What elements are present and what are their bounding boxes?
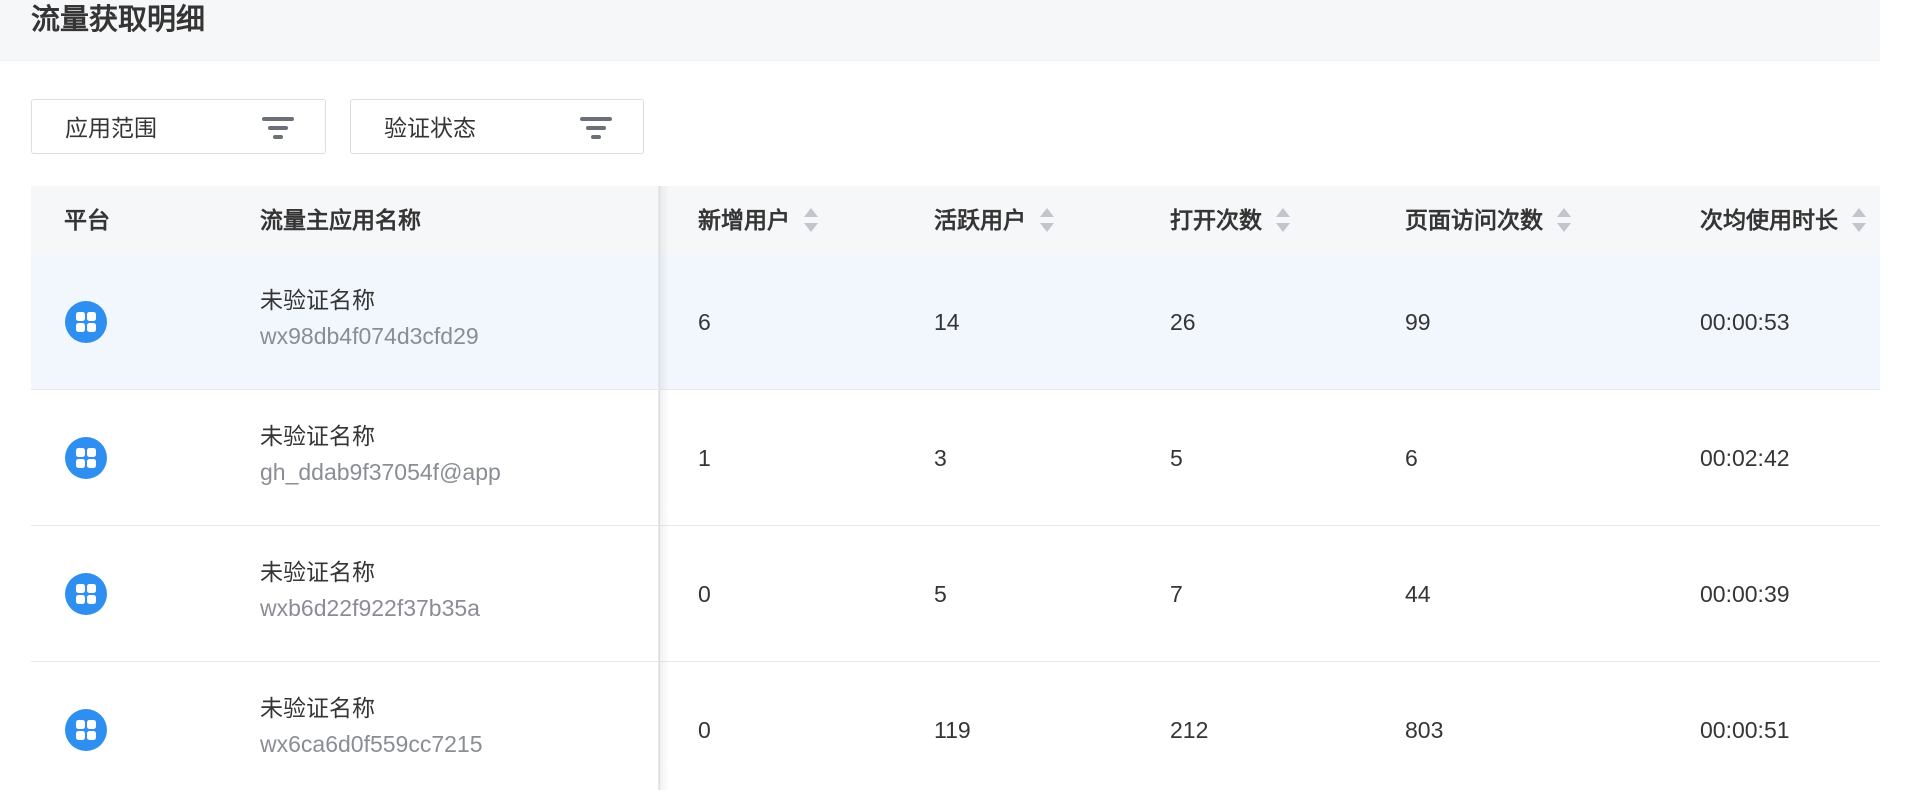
active-users-cell: 5 [934,581,947,607]
column-header-opens-label: 打开次数 [1170,207,1262,233]
sort-icon[interactable] [1040,207,1054,233]
column-header-active-users[interactable]: 活跃用户 [934,186,1054,254]
avg-duration-cell: 00:00:39 [1700,581,1790,607]
page-header: 流量获取明细 [0,0,1880,61]
column-header-avg-duration-label: 次均使用时长 [1700,207,1838,233]
mini-program-icon [65,709,107,751]
app-scope-filter-label: 应用范围 [65,115,157,141]
column-header-platform: 平台 [64,186,110,254]
traffic-details-page: 流量获取明细 应用范围 验证状态 平台 流量主应用名称 新增用户 活跃用户 打开… [0,0,1910,794]
avg-duration-cell: 00:00:51 [1700,717,1790,743]
page-views-cell: 44 [1405,581,1431,607]
opens-cell: 26 [1170,309,1196,335]
column-header-avg-duration[interactable]: 次均使用时长 [1700,186,1866,254]
filter-icon [262,117,294,139]
new-users-cell: 0 [698,717,711,743]
app-id: wxb6d22f922f37b35a [260,595,480,621]
column-header-active-users-label: 活跃用户 [934,207,1026,233]
sort-icon[interactable] [1276,207,1290,233]
table-row[interactable]: 未验证名称 wxb6d22f922f37b35a 0 5 7 44 00:00:… [31,526,1880,662]
opens-cell: 212 [1170,717,1209,743]
app-name: 未验证名称 [260,423,375,449]
column-header-new-users-label: 新增用户 [698,207,790,233]
mini-program-icon [65,437,107,479]
column-header-page-views-label: 页面访问次数 [1405,207,1543,233]
app-name: 未验证名称 [260,287,375,313]
sort-icon[interactable] [1852,207,1866,233]
opens-cell: 7 [1170,581,1183,607]
table-row[interactable]: 未验证名称 gh_ddab9f37054f@app 1 3 5 6 00:02:… [31,390,1880,526]
fixed-column-divider [658,186,660,790]
app-name: 未验证名称 [260,695,375,721]
column-header-app-name: 流量主应用名称 [260,186,421,254]
mini-program-icon [65,301,107,343]
traffic-table: 平台 流量主应用名称 新增用户 活跃用户 打开次数 页面访问次数 次均使用时长 … [31,186,1880,794]
verification-status-filter-label: 验证状态 [384,115,476,141]
sort-icon[interactable] [804,207,818,233]
column-header-platform-label: 平台 [64,207,110,233]
page-views-cell: 6 [1405,445,1418,471]
table-header: 平台 流量主应用名称 新增用户 活跃用户 打开次数 页面访问次数 次均使用时长 [31,186,1880,254]
active-users-cell: 119 [934,717,971,743]
new-users-cell: 1 [698,445,711,471]
table-row[interactable]: 未验证名称 wx6ca6d0f559cc7215 0 119 212 803 0… [31,662,1880,794]
active-users-cell: 14 [934,309,960,335]
verification-status-filter[interactable]: 验证状态 [350,99,644,154]
column-header-app-name-label: 流量主应用名称 [260,207,421,233]
filter-icon [580,117,612,139]
app-scope-filter[interactable]: 应用范围 [31,99,326,154]
app-name: 未验证名称 [260,559,375,585]
table-row[interactable]: 未验证名称 wx98db4f074d3cfd29 6 14 26 99 00:0… [31,254,1880,390]
new-users-cell: 6 [698,309,711,335]
page-views-cell: 99 [1405,309,1431,335]
page-title: 流量获取明细 [31,4,206,36]
app-id: gh_ddab9f37054f@app [260,459,501,485]
app-id: wx6ca6d0f559cc7215 [260,731,483,757]
sort-icon[interactable] [1557,207,1571,233]
page-views-cell: 803 [1405,717,1444,743]
app-id: wx98db4f074d3cfd29 [260,323,479,349]
mini-program-icon [65,573,107,615]
avg-duration-cell: 00:00:53 [1700,309,1790,335]
avg-duration-cell: 00:02:42 [1700,445,1790,471]
column-header-opens[interactable]: 打开次数 [1170,186,1290,254]
column-header-page-views[interactable]: 页面访问次数 [1405,186,1571,254]
active-users-cell: 3 [934,445,947,471]
new-users-cell: 0 [698,581,711,607]
opens-cell: 5 [1170,445,1183,471]
column-header-new-users[interactable]: 新增用户 [698,186,818,254]
